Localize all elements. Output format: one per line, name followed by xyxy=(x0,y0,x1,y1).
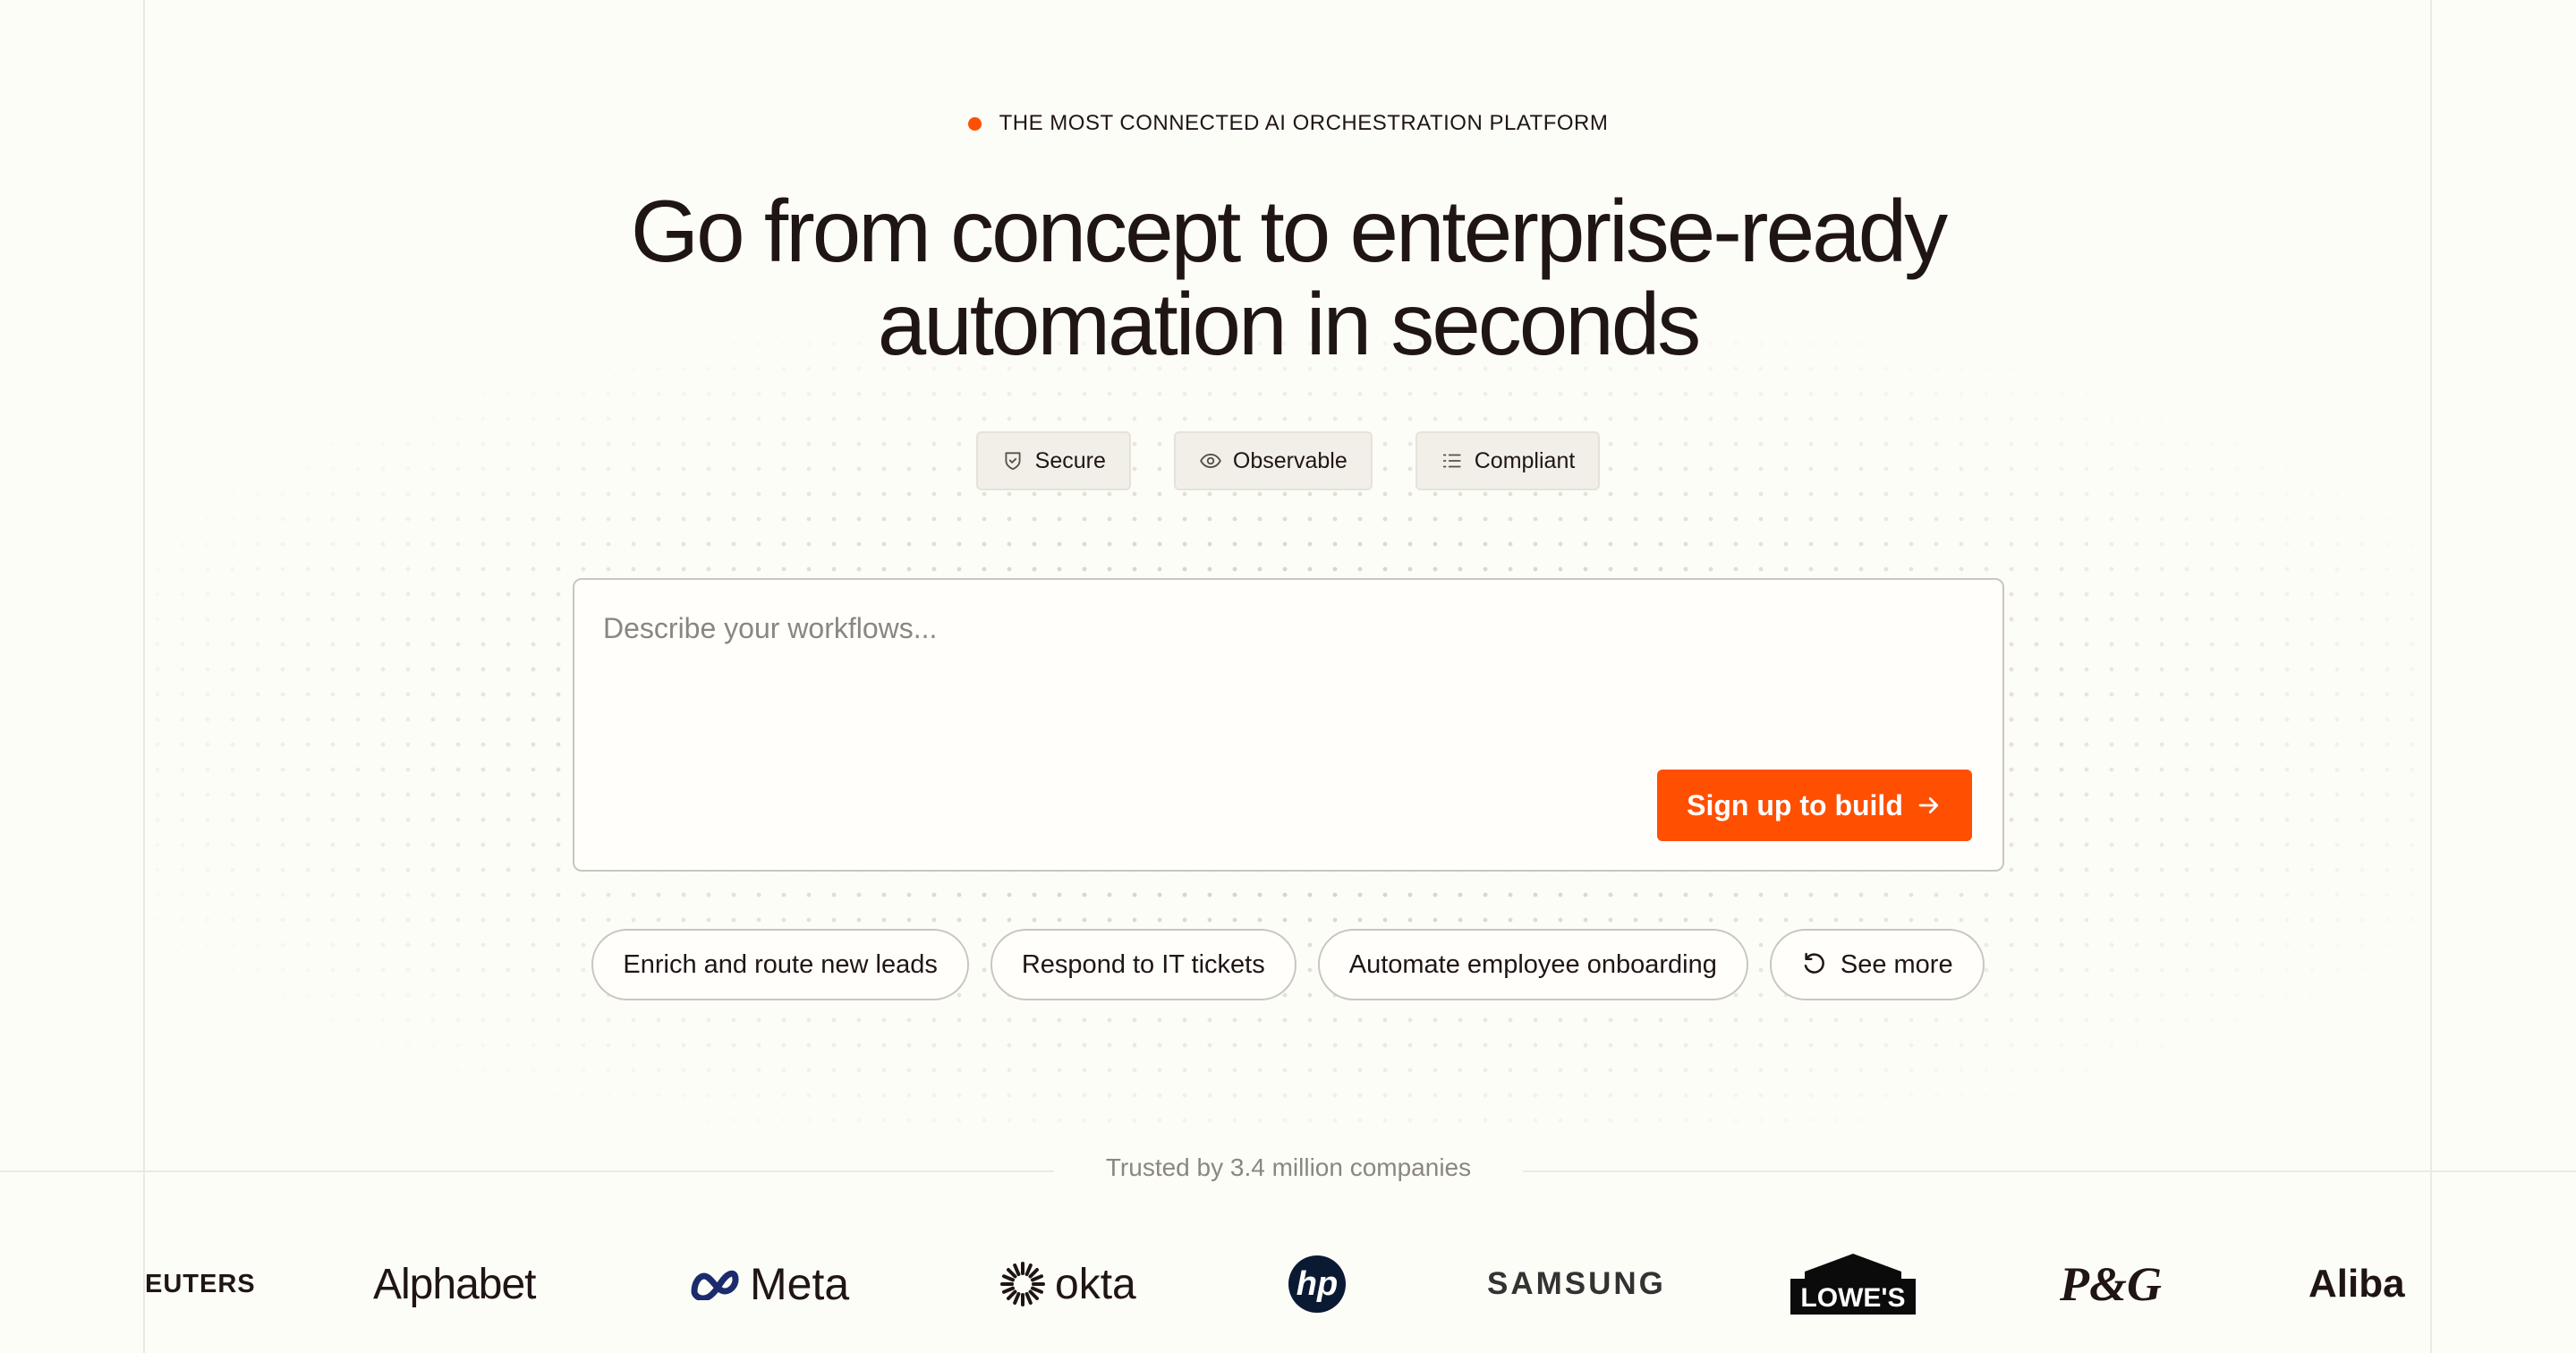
chip-label: Enrich and route new leads xyxy=(623,949,938,979)
sign-up-label: Sign up to build xyxy=(1687,788,1903,821)
logo-meta: Meta xyxy=(687,1235,849,1333)
eyebrow: THE MOST CONNECTED AI ORCHESTRATION PLAT… xyxy=(0,111,2576,136)
logo-okta: okta xyxy=(999,1235,1136,1333)
suggestion-chip-enrich-leads[interactable]: Enrich and route new leads xyxy=(591,929,969,1000)
okta-sunburst-icon xyxy=(1000,1262,1045,1306)
lowes-text: LOWE'S xyxy=(1800,1283,1905,1313)
suggestion-chip-it-tickets[interactable]: Respond to IT tickets xyxy=(990,929,1297,1000)
logo-alphabet: Alphabet xyxy=(373,1260,536,1308)
feature-pill-observable: Observable xyxy=(1173,431,1373,490)
workflow-description-input[interactable] xyxy=(603,612,1945,719)
headline-line-1: Go from concept to enterprise-ready xyxy=(630,182,1948,280)
suggestion-chips: Enrich and route new leads Respond to IT… xyxy=(0,929,2576,1000)
logo-hp: hp xyxy=(1288,1235,1346,1333)
shield-icon xyxy=(1005,452,1021,471)
suggestion-chip-employee-onboarding[interactable]: Automate employee onboarding xyxy=(1317,929,1748,1000)
feature-pill-compliant: Compliant xyxy=(1415,431,1601,490)
list-icon xyxy=(1442,454,1461,468)
feature-label: Observable xyxy=(1232,447,1348,473)
hero-headline: Go from concept to enterprise-ready auto… xyxy=(0,184,2576,370)
feature-pill-secure: Secure xyxy=(975,431,1131,490)
see-more-button[interactable]: See more xyxy=(1769,929,1985,1000)
eye-icon xyxy=(1200,454,1221,468)
logo-reuters: EUTERS xyxy=(145,1269,256,1298)
feature-pills: Secure Observable Compliant xyxy=(0,431,2576,490)
sign-up-to-build-button[interactable]: Sign up to build xyxy=(1657,770,1972,841)
logo-lowes: LOWE'S xyxy=(1787,1235,1919,1333)
workflow-prompt-box: Sign up to build xyxy=(573,578,2004,872)
eyebrow-text: THE MOST CONNECTED AI ORCHESTRATION PLAT… xyxy=(999,111,1609,135)
eyebrow-dot-icon xyxy=(967,116,982,131)
landing-page: THE MOST CONNECTED AI ORCHESTRATION PLAT… xyxy=(0,0,2576,1353)
logo-alibaba: Aliba xyxy=(2308,1262,2405,1306)
feature-label: Compliant xyxy=(1474,447,1576,473)
logo-samsung: SAMSUNG xyxy=(1487,1266,1666,1301)
headline-line-2: automation in seconds xyxy=(877,275,1702,373)
hp-badge: hp xyxy=(1288,1255,1346,1313)
logo-pg: P&G xyxy=(2060,1257,2162,1311)
chip-label: Respond to IT tickets xyxy=(1021,949,1265,979)
customer-logo-strip: EUTERS Alphabet Meta okta hp SAMSUNG LOW… xyxy=(145,1235,2428,1333)
refresh-icon xyxy=(1804,952,1824,974)
chip-label: Automate employee onboarding xyxy=(1348,949,1717,979)
arrow-right-icon xyxy=(1918,797,1938,813)
trusted-by-text: Trusted by 3.4 million companies xyxy=(1054,1153,1523,1182)
lowes-house-icon: LOWE'S xyxy=(1790,1254,1916,1315)
chip-label: See more xyxy=(1840,949,1953,979)
feature-label: Secure xyxy=(1034,447,1106,473)
meta-infinity-icon xyxy=(691,1270,739,1300)
